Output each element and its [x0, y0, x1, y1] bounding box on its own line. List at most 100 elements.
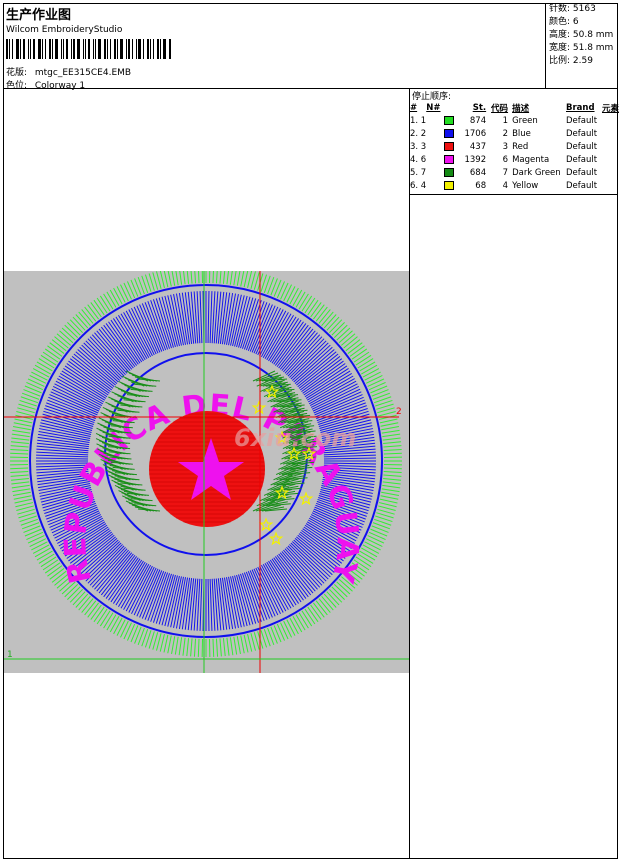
row-code: 1 — [502, 115, 509, 126]
stitch-line — [23, 525, 41, 533]
barcode-bar — [143, 39, 144, 59]
colorway-row: 色位: Colorway 1 — [6, 78, 85, 91]
barcode-bar — [85, 39, 86, 59]
row-index: 3. 3 — [410, 141, 427, 152]
guide-marker-2: 2 — [396, 407, 402, 417]
row-brand: Default — [566, 180, 598, 191]
stitch-line — [301, 610, 313, 627]
color-swatch — [426, 179, 455, 192]
color-swatch — [426, 153, 455, 166]
stitch-line — [233, 271, 237, 286]
stitch-line — [247, 271, 253, 289]
stitch-line — [380, 422, 399, 427]
stitch-line — [123, 622, 132, 640]
row-code: 4 — [502, 180, 509, 191]
stitch-line — [371, 389, 389, 397]
stitch-line — [12, 429, 31, 434]
stitch-line — [54, 336, 69, 349]
stitch-line — [286, 286, 296, 303]
stitch-line — [361, 364, 378, 375]
stitch-line — [207, 578, 210, 631]
stitch-line — [323, 454, 376, 458]
row-brand: Default — [566, 128, 598, 139]
stitch-line — [313, 602, 325, 618]
barcode-bar — [61, 39, 62, 59]
stitch-line — [11, 437, 30, 441]
right-column-divider — [409, 195, 410, 859]
stitch-line — [273, 279, 282, 297]
app-name: Wilcom EmbroideryStudio — [6, 25, 123, 35]
stitch-line — [270, 278, 278, 296]
guide-marker-1: 1 — [7, 650, 13, 660]
yellow-star-icon — [258, 517, 274, 532]
stitch-line — [226, 637, 230, 656]
stitch-line — [170, 294, 182, 346]
stitch-line — [42, 559, 59, 571]
stitch-line — [383, 441, 402, 445]
stitch-line — [212, 271, 214, 284]
barcode-bar — [132, 39, 133, 59]
stitch-line — [171, 271, 176, 286]
stitch-line — [14, 498, 33, 504]
stitch-line — [280, 622, 289, 640]
stitch-line — [382, 484, 401, 489]
stitch-line — [364, 371, 381, 381]
stitch-line — [276, 623, 286, 641]
row-stitches: 874 — [469, 115, 487, 126]
stitch-line — [163, 271, 169, 288]
stitch-line — [295, 614, 306, 631]
stitch-line — [134, 278, 142, 296]
row-index: 5. 7 — [410, 167, 427, 178]
stitch-line — [219, 271, 222, 284]
stitch-line — [163, 634, 169, 653]
stitch-line — [10, 448, 29, 452]
stitch-line — [84, 600, 97, 616]
design-stats: 针数: 5163 颜色: 6 高度: 50.8 mm 宽度: 51.8 mm 比… — [547, 3, 617, 89]
stitch-line — [42, 351, 59, 363]
row-index: 1. 1 — [410, 115, 427, 126]
barcode-bar — [88, 39, 90, 59]
stitch-line — [315, 306, 328, 322]
row-element — [602, 153, 619, 166]
stitch-line — [96, 297, 108, 314]
table-row: 5. 7 684 7 Dark Green Default — [410, 166, 619, 179]
stitch-line — [32, 368, 50, 378]
stitch-line — [380, 495, 399, 500]
stitch-line — [186, 271, 190, 284]
stat-width: 宽度: 51.8 mm — [549, 43, 614, 53]
stitch-line — [26, 381, 44, 391]
stitch-line — [226, 271, 229, 285]
stitch-line — [240, 635, 245, 654]
stitch-line — [243, 271, 249, 288]
stitch-line — [106, 614, 117, 631]
color-swatch — [426, 114, 455, 127]
stat-stitches: 针数: 5163 — [549, 4, 596, 14]
thread-color-swatch — [444, 154, 455, 164]
yellow-star-icon — [268, 531, 284, 546]
stitch-line — [236, 271, 241, 286]
stitch-line — [24, 528, 42, 537]
stitch-line — [365, 538, 383, 547]
barcode-bar — [136, 39, 137, 59]
stitch-line — [215, 271, 218, 284]
barcode-bar — [23, 39, 25, 59]
stitch-line — [379, 418, 398, 424]
stitch-line — [34, 364, 51, 375]
stitch-line — [11, 484, 30, 489]
stitch-line — [36, 457, 89, 460]
row-stitches: 1392 — [464, 154, 487, 165]
yellow-star-icon — [298, 491, 314, 506]
stitch-line — [120, 284, 129, 302]
col-code: 代码 — [491, 103, 509, 114]
row-description: Blue — [512, 128, 531, 139]
stitch-line — [26, 531, 44, 541]
row-brand: Default — [566, 141, 598, 152]
stitch-line — [364, 541, 381, 551]
stitch-line — [367, 535, 385, 544]
stitch-line — [247, 302, 268, 352]
barcode-bar — [150, 39, 151, 59]
stitch-line — [182, 637, 186, 656]
stitch-line — [13, 495, 32, 500]
stitch-line — [383, 467, 402, 470]
stitch-line — [270, 626, 278, 644]
